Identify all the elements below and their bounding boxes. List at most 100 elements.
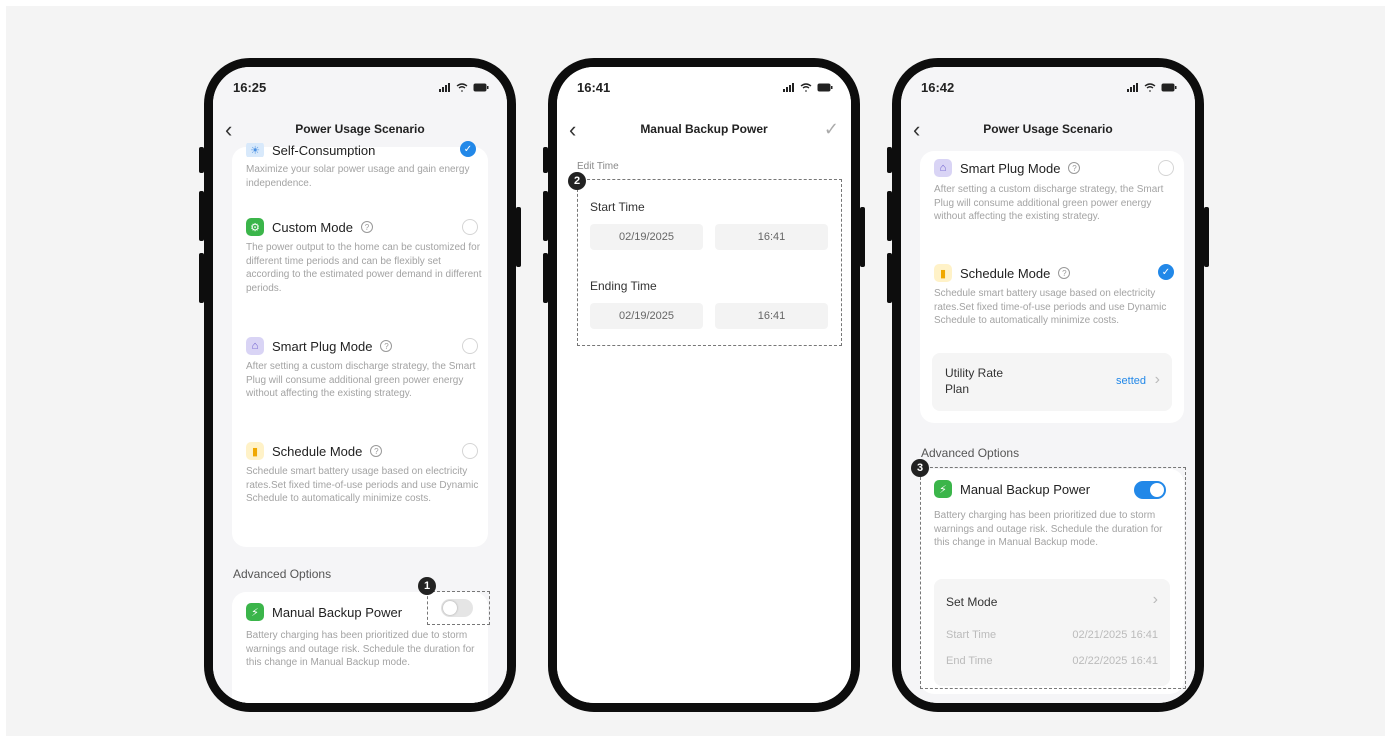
back-icon[interactable]: ‹ <box>569 117 576 143</box>
start-time-field[interactable]: 16:41 <box>715 224 828 250</box>
status-time: 16:25 <box>233 79 267 95</box>
phone-side-button <box>887 191 892 241</box>
nav-bar: ‹ Manual Backup Power ✓ <box>557 107 851 151</box>
signal-icon <box>783 82 794 92</box>
wifi-icon <box>800 82 812 92</box>
option-title: Schedule Mode <box>960 265 1051 281</box>
phone-1: 16:25 ‹ Power Usage Scenario ☀ Self-Cons… <box>199 58 521 712</box>
radio-schedule-mode[interactable]: ✓ <box>1158 264 1174 280</box>
phone-3-screen: 16:42 ‹ Power Usage Scenario ⌂ Smart Plu… <box>901 67 1195 703</box>
status-time: 16:42 <box>921 79 955 95</box>
page-title: Manual Backup Power <box>640 122 768 136</box>
option-title: Schedule Mode <box>272 443 363 459</box>
utility-rate-plan-value: setted <box>1116 375 1146 387</box>
section-advanced-options: Advanced Options <box>921 446 1020 460</box>
battery-icon <box>473 83 489 91</box>
phone-side-button <box>887 253 892 303</box>
option-desc: Schedule smart battery usage based on el… <box>246 466 479 504</box>
radio-self-consumption[interactable]: ✓ <box>460 141 476 157</box>
edit-time-label: Edit Time <box>577 161 619 172</box>
status-bar: 16:42 <box>901 67 1195 107</box>
option-schedule-mode[interactable]: ▮ Schedule Mode ? <box>246 442 383 460</box>
wifi-icon <box>1144 82 1156 92</box>
radio-custom-mode[interactable] <box>462 219 478 235</box>
option-manual-backup: ⚡ Manual Backup Power <box>246 603 402 621</box>
status-icons <box>1127 82 1177 92</box>
option-schedule-mode[interactable]: ▮ Schedule Mode ? <box>934 264 1071 282</box>
phone-side-button <box>199 147 204 173</box>
utility-rate-plan-label: Utility Rate Plan <box>945 366 1004 396</box>
option-desc: Maximize your solar power usage and gain… <box>246 164 470 189</box>
end-time-field[interactable]: 16:41 <box>715 303 828 329</box>
scenario-card: ⌂ Smart Plug Mode ? After setting a cust… <box>920 151 1184 423</box>
option-smart-plug[interactable]: ⌂ Smart Plug Mode ? <box>246 337 393 355</box>
step-badge: 1 <box>418 577 436 595</box>
phone-side-button <box>516 207 521 267</box>
custom-mode-icon: ⚙ <box>246 218 264 236</box>
schedule-icon: ▮ <box>934 264 952 282</box>
status-bar: 16:25 <box>213 67 507 107</box>
option-smart-plug[interactable]: ⌂ Smart Plug Mode ? <box>934 159 1081 177</box>
ending-time-label: Ending Time <box>590 279 657 293</box>
option-self-consumption[interactable]: ☀ Self-Consumption <box>246 143 375 157</box>
status-bar: 16:41 <box>557 67 851 107</box>
canvas: 16:25 ‹ Power Usage Scenario ☀ Self-Cons… <box>6 6 1385 736</box>
option-title: Custom Mode <box>272 219 353 235</box>
end-date-field[interactable]: 02/19/2025 <box>590 303 703 329</box>
scenario-card: ☀ Self-Consumption ✓ Maximize your solar… <box>232 141 488 547</box>
signal-icon <box>1127 82 1138 92</box>
solar-icon: ☀ <box>246 143 264 157</box>
option-desc: Battery charging has been prioritized du… <box>246 630 475 668</box>
smart-plug-icon: ⌂ <box>934 159 952 177</box>
manual-backup-toggle[interactable] <box>441 599 473 617</box>
radio-smart-plug[interactable] <box>1158 160 1174 176</box>
back-icon[interactable]: ‹ <box>225 117 232 143</box>
help-icon[interactable]: ? <box>380 340 393 352</box>
phone-3: 16:42 ‹ Power Usage Scenario ⌂ Smart Plu… <box>887 58 1209 712</box>
option-title: Smart Plug Mode <box>272 338 373 354</box>
help-icon[interactable]: ? <box>370 445 383 457</box>
option-desc: After setting a custom discharge strateg… <box>246 361 476 399</box>
phone-side-button <box>860 207 865 267</box>
battery-icon <box>817 83 833 91</box>
phone-2: 16:41 ‹ Manual Backup Power ✓ Edit Time … <box>543 58 865 712</box>
phone-side-button <box>543 253 548 303</box>
battery-icon <box>1161 83 1177 91</box>
wifi-icon <box>456 82 468 92</box>
status-icons <box>439 82 489 92</box>
option-desc: After setting a custom discharge strateg… <box>934 184 1164 222</box>
status-icons <box>783 82 833 92</box>
phone-side-button <box>199 191 204 241</box>
highlight-box <box>920 467 1186 689</box>
step-badge: 2 <box>568 172 586 190</box>
toggle-knob <box>443 601 457 615</box>
phone-2-screen: 16:41 ‹ Manual Backup Power ✓ Edit Time … <box>557 67 851 703</box>
back-icon[interactable]: ‹ <box>913 117 920 143</box>
phone-side-button <box>887 147 892 173</box>
phone-side-button <box>543 147 548 173</box>
utility-rate-plan-row[interactable]: Utility Rate Plan setted › <box>932 353 1172 411</box>
phone-1-screen: 16:25 ‹ Power Usage Scenario ☀ Self-Cons… <box>213 67 507 703</box>
option-title: Smart Plug Mode <box>960 160 1061 176</box>
option-title: Manual Backup Power <box>272 604 403 620</box>
phone-side-button <box>1204 207 1209 267</box>
option-desc: Schedule smart battery usage based on el… <box>934 288 1167 326</box>
start-date-field[interactable]: 02/19/2025 <box>590 224 703 250</box>
start-time-label: Start Time <box>590 200 645 214</box>
nav-bar: ‹ Power Usage Scenario <box>901 107 1195 151</box>
radio-smart-plug[interactable] <box>462 338 478 354</box>
option-desc: The power output to the home can be cust… <box>246 242 482 294</box>
page-title: Power Usage Scenario <box>295 122 425 136</box>
page-title: Power Usage Scenario <box>983 122 1113 136</box>
radio-schedule-mode[interactable] <box>462 443 478 459</box>
confirm-check-icon[interactable]: ✓ <box>824 119 839 140</box>
option-title: Self-Consumption <box>272 143 376 157</box>
help-icon[interactable]: ? <box>1058 267 1071 279</box>
signal-icon <box>439 82 450 92</box>
help-icon[interactable]: ? <box>1068 162 1081 174</box>
lightning-icon: ⚡ <box>246 603 264 621</box>
option-custom-mode[interactable]: ⚙ Custom Mode ? <box>246 218 373 236</box>
help-icon[interactable]: ? <box>360 221 373 233</box>
phone-side-button <box>199 253 204 303</box>
step-badge: 3 <box>911 459 929 477</box>
